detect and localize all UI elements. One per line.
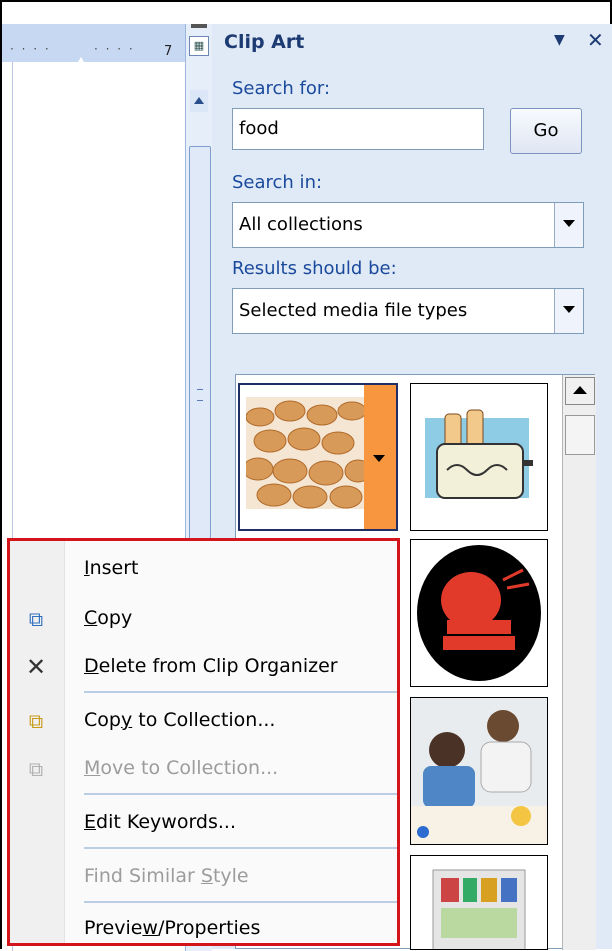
menu-item-delete[interactable]: ✕ Delete from Clip Organizer: [10, 647, 397, 687]
clip-context-menu: Insert ⧉ Copy ✕ Delete from Clip Organiz…: [7, 538, 400, 946]
results-type-label: Results should be:: [232, 258, 397, 279]
menu-item-insert[interactable]: Insert: [10, 549, 397, 589]
delete-mnemonic: D: [84, 655, 99, 677]
search-in-dropdown[interactable]: All collections: [232, 202, 584, 248]
clip-item-fridge[interactable]: [410, 855, 548, 950]
copy-icon: ⧉: [28, 607, 44, 631]
scroll-thumb[interactable]: [565, 415, 595, 455]
delete-icon: ✕: [25, 653, 47, 681]
move-to-collection-label: ove to Collection...: [100, 757, 279, 779]
copy-mnemonic: C: [84, 607, 98, 629]
ruler-ticks-right: · · · ·: [94, 42, 135, 56]
clip-menu-arrow-icon[interactable]: [364, 385, 396, 529]
find-similar-mnemonic: S: [200, 865, 213, 887]
toaster-image: [425, 409, 533, 499]
horizontal-ruler[interactable]: · · · · · · · · 7: [2, 24, 185, 67]
close-icon[interactable]: ✕: [587, 28, 604, 52]
cooking-photo-image: [411, 698, 547, 844]
search-input[interactable]: food: [232, 108, 484, 150]
insert-label: nsert: [89, 557, 139, 579]
copy-to-collection-icon: ⧉: [28, 709, 44, 733]
ruler-ticks: · · · ·: [10, 42, 51, 56]
results-scrollbar[interactable]: [562, 375, 596, 950]
results-type-value: Selected media file types: [239, 300, 468, 321]
menu-separator: [84, 901, 397, 903]
split-handle[interactable]: [191, 24, 207, 28]
ruler-number: 7: [164, 44, 173, 59]
menu-item-move-to-collection[interactable]: ⧉ Move to Collection...: [10, 749, 397, 789]
menu-item-edit-keywords[interactable]: Edit Keywords...: [10, 803, 397, 843]
grip-icon: [197, 389, 203, 401]
delete-label: elete from Clip Organizer: [98, 655, 338, 677]
copy-to-collection-mnemonic: y: [120, 709, 133, 731]
move-to-collection-icon: ⧉: [28, 757, 44, 781]
chevron-down-icon[interactable]: [554, 203, 583, 247]
pane-menu-icon[interactable]: ▼: [554, 32, 565, 48]
scroll-up-icon[interactable]: [565, 377, 595, 405]
edit-keywords-label: dit Keywords...: [96, 811, 237, 833]
fridge-image: [432, 869, 526, 949]
window-frame: · · · · · · · · 7 ▦ Clip Art ▼ ✕ Search …: [0, 0, 612, 951]
menu-separator: [84, 691, 397, 693]
preview-mnemonic: w: [142, 917, 158, 939]
menu-item-preview-properties[interactable]: Preview/Properties: [10, 909, 397, 949]
move-to-collection-mnemonic: M: [84, 757, 101, 779]
pane-title: Clip Art: [224, 31, 305, 53]
chevron-down-icon[interactable]: [554, 289, 583, 333]
go-button[interactable]: Go: [510, 108, 582, 154]
preview-pre: Previe: [84, 917, 143, 939]
clip-item-cookies[interactable]: [238, 383, 398, 531]
menu-item-find-similar-style[interactable]: Find Similar Style: [10, 857, 397, 897]
search-for-label: Search for:: [232, 78, 331, 99]
search-in-label: Search in:: [232, 172, 323, 193]
search-in-value: All collections: [239, 214, 363, 235]
menu-item-copy[interactable]: ⧉ Copy: [10, 599, 397, 639]
clip-item-red-food[interactable]: [410, 539, 548, 687]
results-type-dropdown[interactable]: Selected media file types: [232, 288, 584, 334]
clip-item-cooking-photo[interactable]: [410, 697, 548, 845]
menu-separator: [84, 793, 397, 795]
find-similar-pre: Find Similar: [84, 865, 201, 887]
clip-item-toaster[interactable]: [410, 383, 548, 531]
cookies-image: [246, 389, 368, 527]
scroll-up-icon[interactable]: [190, 90, 208, 112]
red-food-image: [417, 545, 541, 681]
find-similar-label: tyle: [212, 865, 249, 887]
view-ruler-icon[interactable]: ▦: [189, 36, 209, 56]
copy-label: opy: [97, 607, 133, 629]
copy-to-collection-label: to Collection...: [132, 709, 276, 731]
preview-label: /Properties: [157, 917, 261, 939]
menu-separator: [84, 847, 397, 849]
edit-keywords-mnemonic: E: [84, 811, 97, 833]
menu-item-copy-to-collection[interactable]: ⧉ Copy to Collection...: [10, 701, 397, 741]
copy-to-collection-pre: Cop: [84, 709, 121, 731]
